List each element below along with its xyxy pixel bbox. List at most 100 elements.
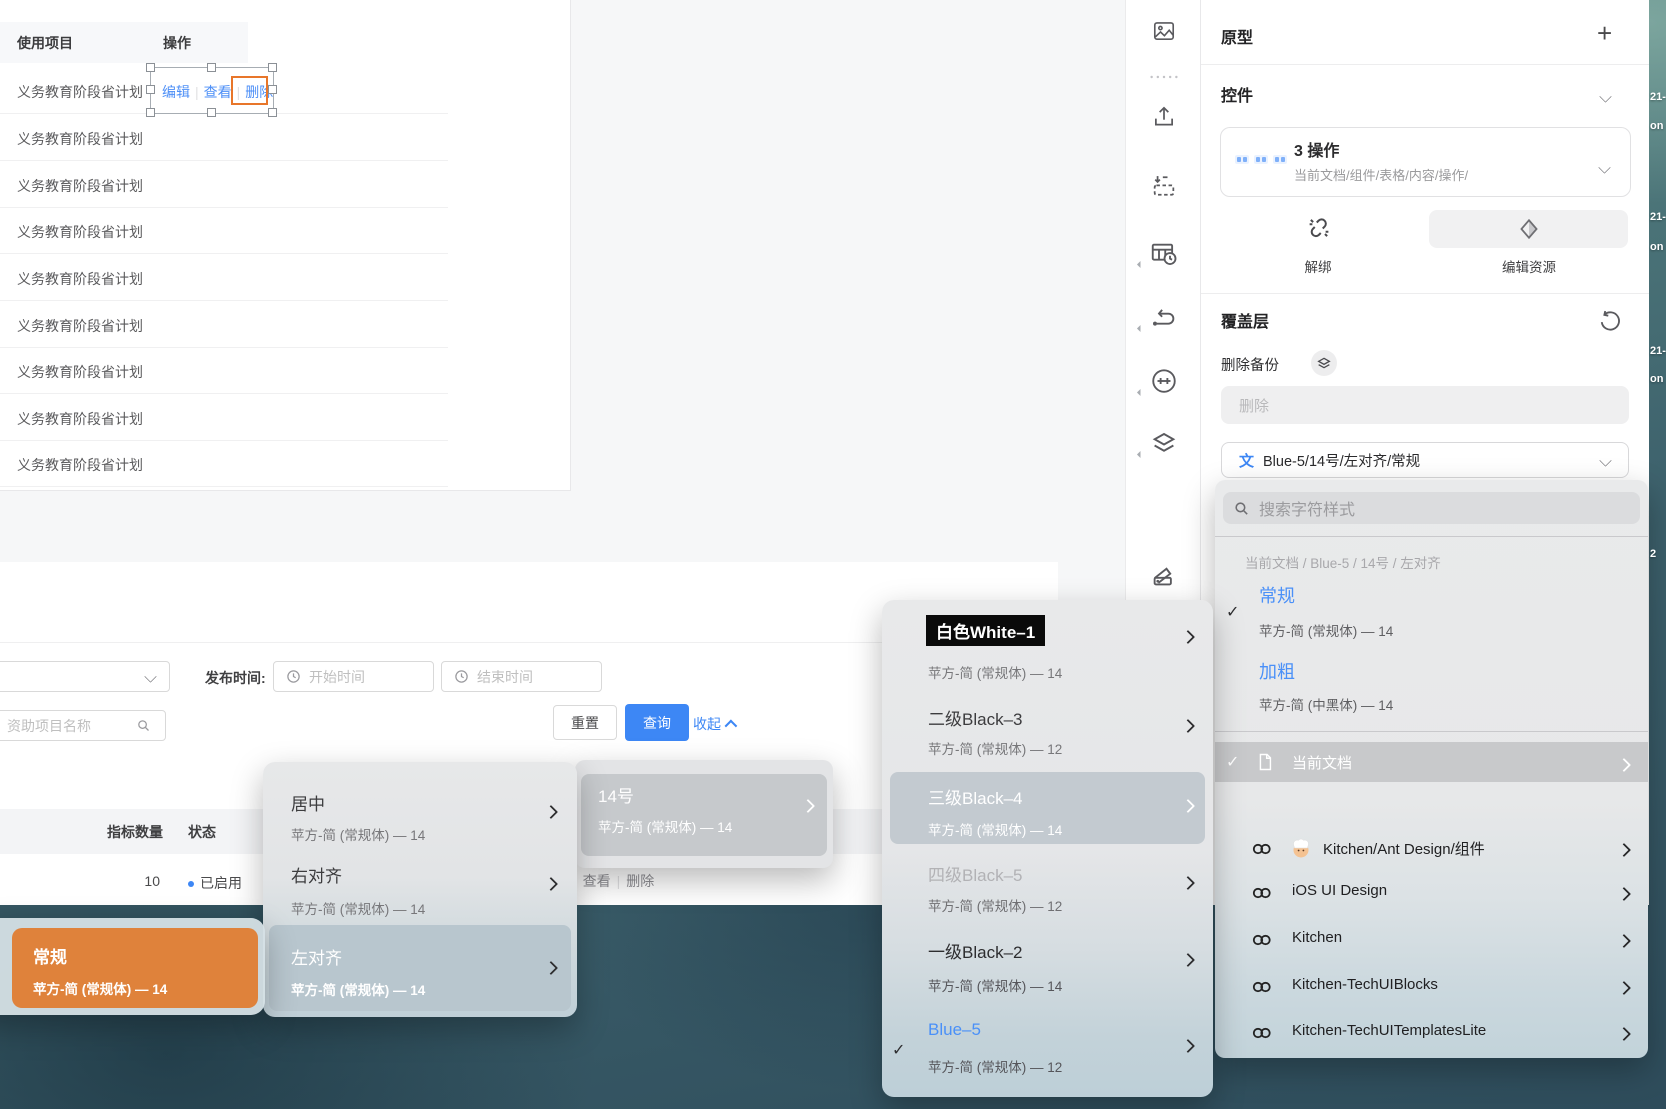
chef-emoji-icon	[1289, 836, 1313, 860]
divider	[1215, 536, 1648, 537]
selection-handle[interactable]	[146, 63, 155, 72]
library-label: 当前文档	[1292, 752, 1352, 773]
add-prototype-button[interactable]: +	[1597, 20, 1612, 46]
menu-item-detail: 苹方-简 (常规体) — 14	[928, 662, 1062, 682]
project-search-input[interactable]: 资助项目名称	[0, 710, 166, 741]
clock-icon	[286, 669, 301, 684]
edit-resource-label[interactable]: 编辑资源	[1502, 256, 1556, 276]
prototype-section-title: 原型	[1221, 24, 1253, 48]
link-icon	[1249, 975, 1275, 999]
menu-item-regular[interactable]: 常规	[33, 943, 67, 968]
selection-handle[interactable]	[146, 108, 155, 117]
menu-item-center[interactable]: 居中	[291, 790, 325, 815]
style-search-input[interactable]: 搜索字符样式	[1223, 492, 1640, 524]
table-row[interactable]: 义务教育阶段省计划	[17, 222, 217, 242]
query-button[interactable]: 查询	[625, 704, 689, 741]
swatch-icon[interactable]	[1149, 560, 1179, 590]
unbind-label[interactable]: 解绑	[1305, 256, 1332, 276]
selection-handle[interactable]	[268, 85, 277, 94]
menu-item-detail: 苹方-简 (常规体) — 14	[598, 816, 732, 836]
link-icon	[1249, 1021, 1275, 1045]
row-divider	[0, 300, 448, 301]
delete-highlight-box	[231, 76, 268, 105]
style-option-regular[interactable]: 常规	[1259, 582, 1295, 608]
frame-arrow-icon[interactable]	[1149, 171, 1179, 201]
restore-icon[interactable]	[1597, 308, 1623, 334]
row-divider	[0, 253, 448, 254]
row-divider	[0, 393, 448, 394]
delete-placeholder: 删除	[1239, 395, 1269, 416]
end-time-input[interactable]: 结束时间	[441, 661, 602, 692]
chevron-right-icon	[1619, 933, 1629, 951]
artboard-table: 使用项目 操作 义务教育阶段省计划 义务教育阶段省计划 义务教育阶段省计划 义务…	[0, 0, 571, 491]
font-size-menu: 14号 苹方-简 (常规体) — 14	[575, 760, 833, 868]
backup-layers-icon[interactable]	[1311, 350, 1337, 376]
chevron-right-icon	[1619, 842, 1629, 860]
menu-item-14[interactable]: 14号	[598, 782, 634, 807]
table-row[interactable]: 义务教育阶段省计划	[17, 129, 217, 149]
layers-icon[interactable]	[1149, 429, 1179, 459]
link-icon	[1249, 837, 1275, 861]
table-row[interactable]: 义务教育阶段省计划	[17, 362, 217, 382]
delete-backup-input[interactable]: 删除	[1221, 386, 1629, 424]
text-style-value: Blue-5/14号/左对齐/常规	[1263, 450, 1420, 471]
desktop-label-fragment: on	[1650, 120, 1663, 132]
menu-item-black5-disabled[interactable]: 四级Black–5	[928, 861, 1022, 886]
table-row[interactable]: 义务教育阶段省计划	[17, 269, 217, 289]
media-icon[interactable]	[1149, 16, 1179, 46]
flyout-indicator	[1137, 325, 1144, 332]
color-style-menu: 白色White–1 苹方-简 (常规体) — 14 二级Black–3 苹方-简…	[882, 600, 1213, 1097]
selection-handle[interactable]	[207, 63, 216, 72]
menu-item-right[interactable]: 右对齐	[291, 862, 342, 887]
selection-handle[interactable]	[146, 85, 155, 94]
style-option-bold[interactable]: 加粗	[1259, 658, 1295, 684]
table-row[interactable]: 义务教育阶段省计划	[17, 409, 217, 429]
library-label: Kitchen-TechUIBlocks	[1292, 976, 1438, 993]
table-row[interactable]: 义务教育阶段省计划	[17, 176, 217, 196]
align-menu: 居中 苹方-简 (常规体) — 14 右对齐 苹方-简 (常规体) — 14 左…	[263, 762, 577, 1017]
collapse-link[interactable]: 收起	[693, 714, 734, 734]
filter-select[interactable]	[0, 661, 170, 692]
connector-icon[interactable]	[1149, 303, 1179, 333]
search-placeholder: 资助项目名称	[7, 716, 91, 736]
search-icon	[1233, 500, 1250, 517]
desktop-label-fragment: 21-	[1650, 345, 1666, 357]
reset-button[interactable]: 重置	[553, 705, 617, 740]
table-row[interactable]: 义务教育阶段省计划	[17, 316, 217, 336]
col-header-status: 状态	[188, 822, 216, 842]
style-option-detail: 苹方-简 (中黑体) — 14	[1259, 694, 1393, 714]
overlay-section-title: 覆盖层	[1221, 308, 1269, 332]
menu-item-white1[interactable]: 白色White–1	[926, 615, 1045, 646]
component-card[interactable]: 3 操作 当前文档/组件/表格/内容/操作/	[1220, 127, 1631, 197]
check-icon: ✓	[892, 1040, 905, 1060]
menu-item-detail: 苹方-简 (常规体) — 14	[291, 898, 425, 918]
menu-item-detail: 苹方-简 (常规体) — 12	[928, 1056, 1062, 1076]
chevron-right-icon	[1183, 798, 1193, 816]
library-item-current-doc[interactable]: ✓ 当前文档	[1215, 742, 1648, 782]
selection-handle[interactable]	[207, 108, 216, 117]
unbind-icon[interactable]	[1304, 213, 1334, 243]
view-link[interactable]: 查看	[583, 873, 611, 889]
edit-resource-button[interactable]	[1429, 210, 1628, 248]
more-dots-icon[interactable]	[1149, 62, 1179, 92]
start-time-input[interactable]: 开始时间	[273, 661, 434, 692]
selection-handle[interactable]	[268, 108, 277, 117]
text-style-selector[interactable]: 文 Blue-5/14号/左对齐/常规	[1221, 442, 1629, 478]
component-table-icon[interactable]	[1149, 239, 1179, 269]
menu-item-blue5[interactable]: Blue–5	[928, 1020, 981, 1040]
chevron-right-icon	[546, 960, 556, 978]
menu-item-left[interactable]: 左对齐	[291, 944, 342, 969]
selection-handle[interactable]	[268, 63, 277, 72]
menu-item-black4[interactable]: 三级Black–4	[928, 784, 1022, 809]
slider-circle-icon[interactable]	[1149, 366, 1179, 396]
menu-item-black3[interactable]: 二级Black–3	[928, 705, 1022, 730]
collapse-widget-button[interactable]	[1601, 88, 1610, 106]
delete-link[interactable]: 删除	[626, 873, 654, 889]
text-style-icon: 文	[1239, 450, 1254, 471]
export-icon[interactable]	[1149, 102, 1179, 132]
document-icon	[1255, 751, 1275, 773]
table-row[interactable]: 义务教育阶段省计划	[17, 455, 217, 475]
menu-item-black2[interactable]: 一级Black–2	[928, 938, 1022, 963]
library-label: Kitchen	[1292, 929, 1342, 946]
desktop-label-fragment: on	[1650, 373, 1663, 385]
